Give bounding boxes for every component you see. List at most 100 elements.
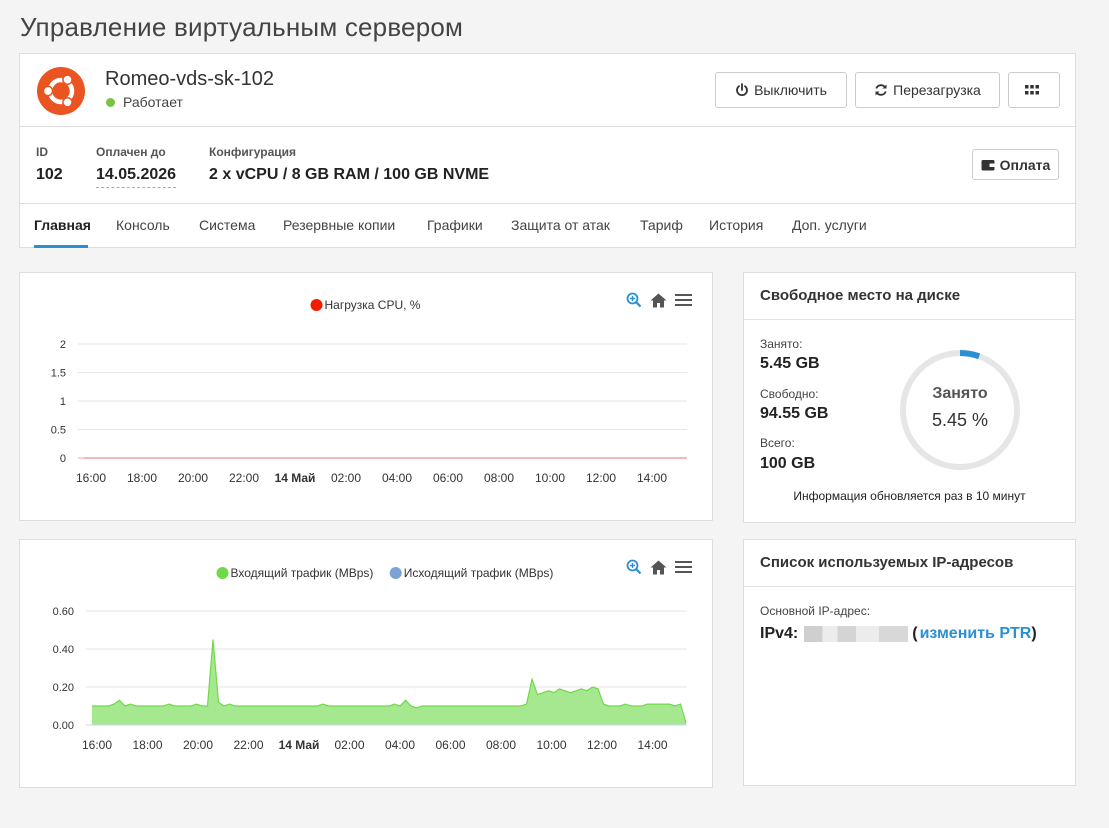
zoom-icon[interactable] <box>626 292 642 308</box>
info-id-label: ID <box>36 145 48 159</box>
home-icon[interactable] <box>650 293 667 308</box>
zoom-icon[interactable] <box>626 559 642 575</box>
tab-main[interactable]: Главная <box>34 217 91 233</box>
cpu-chart: Нагрузка CPU, % 0 0.5 1 1.5 2 16:00 18:00 20:00 2… <box>51 298 687 485</box>
x-tick-label: 10:00 <box>535 471 565 485</box>
divider <box>744 319 1075 320</box>
y-tick-label: 0.40 <box>53 644 74 656</box>
tab-history[interactable]: История <box>709 217 763 233</box>
menu-icon[interactable] <box>675 561 692 573</box>
x-tick-label: 20:00 <box>183 738 213 752</box>
cpu-chart-tools <box>618 292 692 308</box>
server-name: Romeo-vds-sk-102 <box>105 68 274 90</box>
x-tick-label: 20:00 <box>178 471 208 485</box>
x-tick-label: 14:00 <box>637 738 667 752</box>
tab-extra-services[interactable]: Доп. услуги <box>792 217 867 233</box>
info-config: Конфигурация 2 x vCPU / 8 GB RAM / 100 G… <box>209 145 489 184</box>
divider <box>744 586 1075 587</box>
y-tick-label: 0.60 <box>53 606 74 618</box>
disk-ring-label: Занято <box>932 385 988 402</box>
x-tick-label: 22:00 <box>233 738 263 752</box>
page-title: Управление виртуальным сервером <box>20 12 464 42</box>
ip-close-paren: ) <box>1031 625 1037 642</box>
power-off-label: Выключить <box>754 82 827 98</box>
y-tick-label: 2 <box>60 339 66 351</box>
server-card: Romeo-vds-sk-102 Работает Выключить Пере… <box>19 53 1076 248</box>
info-id-value: 102 <box>36 166 63 183</box>
ip-prefix: IPv4: <box>760 625 799 642</box>
tab-graphs[interactable]: Графики <box>427 217 483 233</box>
power-off-button[interactable]: Выключить <box>715 72 847 108</box>
menu-icon[interactable] <box>675 294 692 306</box>
x-tick-label: 14 Май <box>279 738 320 752</box>
x-tick-label: 14:00 <box>637 471 667 485</box>
refresh-icon <box>875 84 887 96</box>
legend-marker <box>310 299 323 311</box>
tab-system[interactable]: Система <box>199 217 255 233</box>
x-tick-label: 04:00 <box>382 471 412 485</box>
power-icon <box>736 83 748 97</box>
y-tick-label: 0 <box>60 453 66 465</box>
server-status: Работает <box>106 94 183 110</box>
info-paid: Оплачен до 14.05.2026 <box>96 145 177 188</box>
y-tick-label: 1.5 <box>51 368 66 380</box>
legend-label: Нагрузка CPU, % <box>325 298 421 312</box>
disk-free-label: Свободно: <box>760 387 819 401</box>
disk-ring-percent: 5.45 % <box>931 410 989 430</box>
grid-icon <box>1024 85 1039 95</box>
info-id: ID 102 <box>36 145 63 184</box>
x-tick-label: 14 Май <box>275 471 316 485</box>
server-header: Romeo-vds-sk-102 Работает Выключить Пере… <box>20 54 1075 127</box>
tab-console[interactable]: Консоль <box>116 217 170 233</box>
more-actions-button[interactable] <box>1008 72 1060 108</box>
info-config-label: Конфигурация <box>209 145 297 159</box>
x-tick-label: 18:00 <box>132 738 162 752</box>
server-status-text: Работает <box>123 94 183 110</box>
home-icon[interactable] <box>650 560 667 575</box>
traffic-chart-tools <box>618 559 692 575</box>
x-tick-label: 02:00 <box>331 471 361 485</box>
disk-used-value: 5.45 GB <box>760 355 820 372</box>
x-tick-label: 06:00 <box>435 738 465 752</box>
x-tick-label: 18:00 <box>127 471 157 485</box>
change-ptr-link[interactable]: изменить PTR <box>920 625 1032 643</box>
x-tick-label: 12:00 <box>586 471 616 485</box>
disk-free-value: 94.55 GB <box>760 405 829 422</box>
ip-main-label: Основной IP-адрес: <box>760 604 871 618</box>
x-tick-label: 04:00 <box>385 738 415 752</box>
status-dot-icon <box>106 97 115 107</box>
tab-tariff[interactable]: Тариф <box>640 217 683 233</box>
tab-ddos-protection[interactable]: Защита от атак <box>511 217 610 233</box>
x-tick-label: 22:00 <box>229 471 259 485</box>
info-config-value: 2 x vCPU / 8 GB RAM / 100 GB NVME <box>209 166 490 183</box>
legend-label: Исходящий трафик (MBps) <box>404 566 554 580</box>
tab-backups[interactable]: Резервные копии <box>283 217 395 233</box>
x-tick-label: 08:00 <box>486 738 516 752</box>
disk-panel-title: Свободное место на диске <box>760 287 961 304</box>
pay-button[interactable]: Оплата <box>972 149 1059 180</box>
chart-legend: Входящий трафик (MBps) Исходящий трафик (… <box>216 566 554 580</box>
y-tick-label: 1 <box>60 396 66 408</box>
legend-label: Входящий трафик (MBps) <box>231 566 374 580</box>
x-tick-label: 08:00 <box>484 471 514 485</box>
tab-bar: Главная Консоль Система Резервные копии … <box>20 203 1075 248</box>
disk-update-note: Информация обновляется раз в 10 минут <box>793 489 1026 503</box>
disk-total-value: 100 GB <box>760 455 816 472</box>
pay-label: Оплата <box>999 156 1051 173</box>
ip-panel: Список используемых IP-адресов Основной … <box>743 539 1076 786</box>
series-area <box>92 639 686 725</box>
disk-used-label: Занято: <box>760 337 803 351</box>
ip-address-redacted <box>804 626 909 642</box>
x-tick-label: 12:00 <box>587 738 617 752</box>
traffic-chart-panel: Входящий трафик (MBps) Исходящий трафик (… <box>19 539 713 788</box>
active-tab-indicator <box>34 245 88 248</box>
x-tick-label: 06:00 <box>433 471 463 485</box>
reboot-button[interactable]: Перезагрузка <box>855 72 1000 108</box>
y-tick-label: 0.20 <box>53 682 74 694</box>
disk-total-label: Всего: <box>760 436 795 450</box>
chart-legend: Нагрузка CPU, % <box>310 298 421 312</box>
ip-main-line: IPv4: ( изменить PTR ) <box>760 625 1037 643</box>
x-tick-label: 16:00 <box>82 738 112 752</box>
reboot-label: Перезагрузка <box>893 82 981 98</box>
info-paid-value[interactable]: 14.05.2026 <box>96 166 177 188</box>
